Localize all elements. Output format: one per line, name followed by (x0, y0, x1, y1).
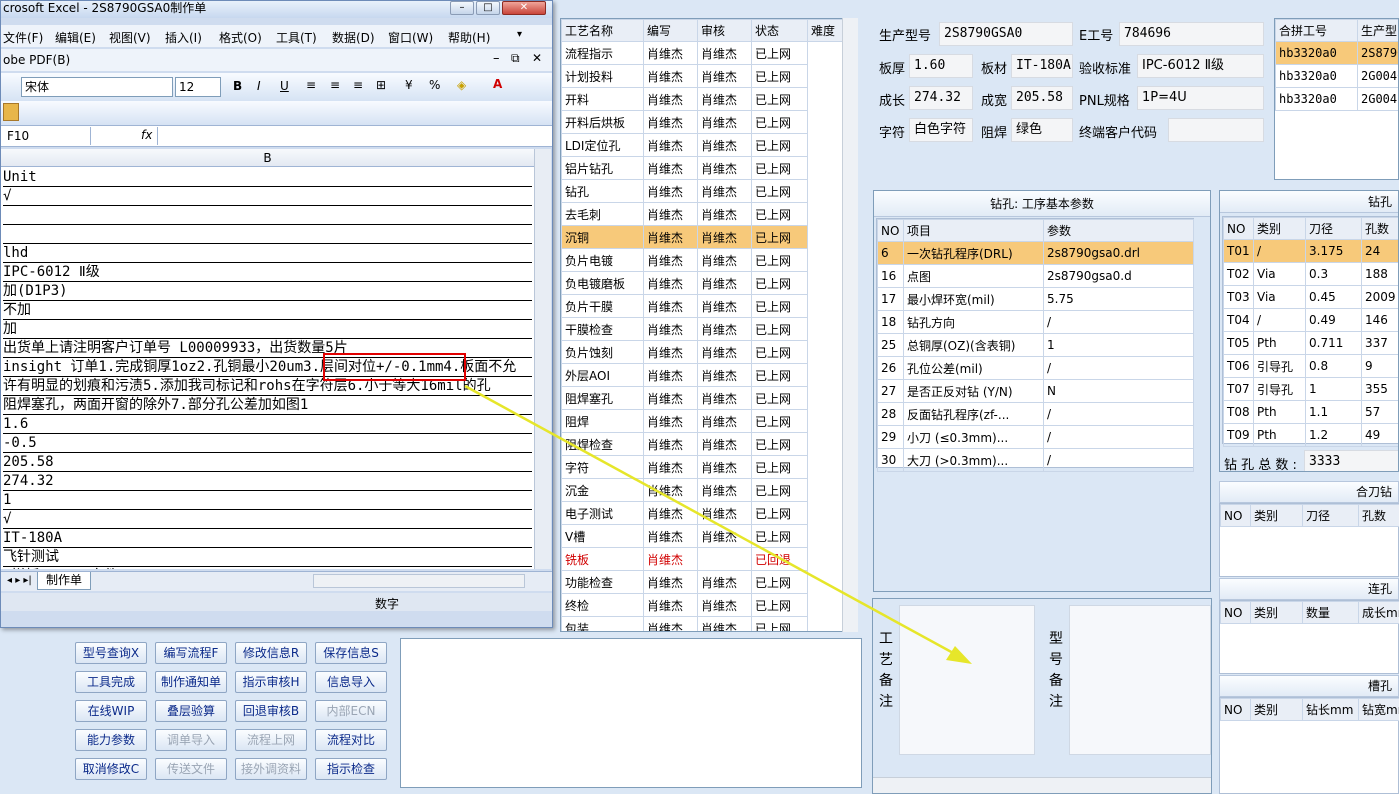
annotation-arrow-layer (464, 384, 972, 664)
annotation-arrow-line (464, 384, 956, 656)
annotation-arrow-head (946, 646, 972, 664)
